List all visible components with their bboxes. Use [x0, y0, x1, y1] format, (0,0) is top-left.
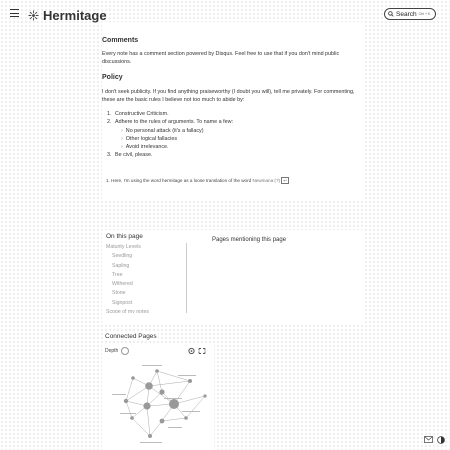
policy-heading: Policy	[102, 74, 123, 81]
connected-pages-title: Connected Pages	[104, 333, 158, 340]
depth-label: Depth	[105, 348, 119, 354]
site-title: Hermitage	[43, 8, 107, 23]
footnote-link[interactable]: Newmana (?)	[252, 178, 280, 183]
toc-item[interactable]: Signpost	[106, 299, 186, 308]
graph-node	[131, 376, 135, 380]
page-meta-panel: On this page Maturity Levels Seedling Sa…	[102, 230, 364, 325]
rule-item: Be civil, please.	[113, 151, 364, 159]
policy-text: I don't seek publicity. If you find anyt…	[102, 89, 355, 103]
graph-controls	[188, 347, 206, 355]
menu-icon[interactable]	[10, 9, 19, 18]
mail-icon[interactable]	[424, 436, 433, 443]
graph-node	[130, 416, 134, 420]
footnote: 1. Here, I'm using the word hermitage as…	[102, 176, 364, 184]
rules-list: Constructive Criticism. Adhere to the ru…	[102, 110, 364, 160]
graph-node	[123, 398, 129, 404]
pages-mentioning-title: Pages mentioning this page	[212, 237, 287, 243]
sub-rule-item: Avoid irrelevance.	[119, 143, 364, 151]
theme-toggle-icon[interactable]	[437, 436, 445, 444]
site-logo[interactable]: Hermitage	[28, 8, 107, 23]
comments-text: Every note has a comment section powered…	[102, 51, 340, 65]
graph-node	[159, 389, 165, 395]
table-of-contents: Maturity Levels Seedling Sapling Tree Wi…	[106, 243, 187, 314]
sub-rule-item: No personal attack (it's a fallacy)	[119, 127, 364, 135]
bottom-icons	[424, 436, 445, 444]
toc-item[interactable]: Tree	[106, 271, 186, 280]
graph-node	[188, 379, 192, 383]
toc-item[interactable]: Maturity Levels	[106, 243, 186, 252]
settings-icon[interactable]	[188, 347, 195, 355]
graph-node	[148, 434, 152, 438]
search-label: Search	[396, 10, 417, 18]
footnote-number: 1.	[106, 177, 110, 183]
rule-text: Adhere to the rules of arguments. To nam…	[115, 119, 233, 126]
fullscreen-icon[interactable]	[198, 348, 206, 354]
graph-node	[169, 399, 179, 409]
footnote-backref[interactable]: ↩	[281, 176, 289, 184]
toc-item[interactable]: Scope of my notes	[106, 308, 186, 313]
graph-view[interactable]: Depth	[102, 344, 214, 450]
article-body: Comments Every note has a comment sectio…	[102, 22, 364, 200]
search-icon	[388, 11, 394, 17]
logo-icon	[28, 10, 39, 21]
graph-canvas[interactable]	[102, 356, 214, 450]
toc-title: On this page	[106, 233, 143, 240]
graph-node	[155, 369, 159, 373]
footnote-text: Here, I'm using the word hermitage as a …	[111, 177, 252, 183]
graph-node	[145, 382, 153, 390]
graph-node	[143, 402, 151, 410]
sub-rules-list: No personal attack (it's a fallacy) Othe…	[115, 127, 364, 152]
comments-heading: Comments	[102, 37, 139, 44]
depth-slider[interactable]	[121, 347, 130, 355]
rule-item: Constructive Criticism.	[113, 110, 364, 118]
search-shortcut: Ctrl + K	[418, 12, 431, 16]
rule-item: Adhere to the rules of arguments. To nam…	[113, 118, 364, 151]
toc-item[interactable]: Withered	[106, 280, 186, 289]
graph-node	[184, 416, 188, 420]
graph-node	[203, 394, 207, 398]
toc-item[interactable]: Seedling	[106, 252, 186, 261]
sub-rule-item: Other logical fallacies	[119, 135, 364, 143]
toc-item[interactable]: Stone	[106, 289, 186, 298]
depth-control[interactable]: Depth	[105, 347, 130, 355]
graph-node	[159, 418, 165, 424]
search-button[interactable]: Search Ctrl + K	[384, 8, 436, 20]
toc-item[interactable]: Sapling	[106, 262, 186, 271]
